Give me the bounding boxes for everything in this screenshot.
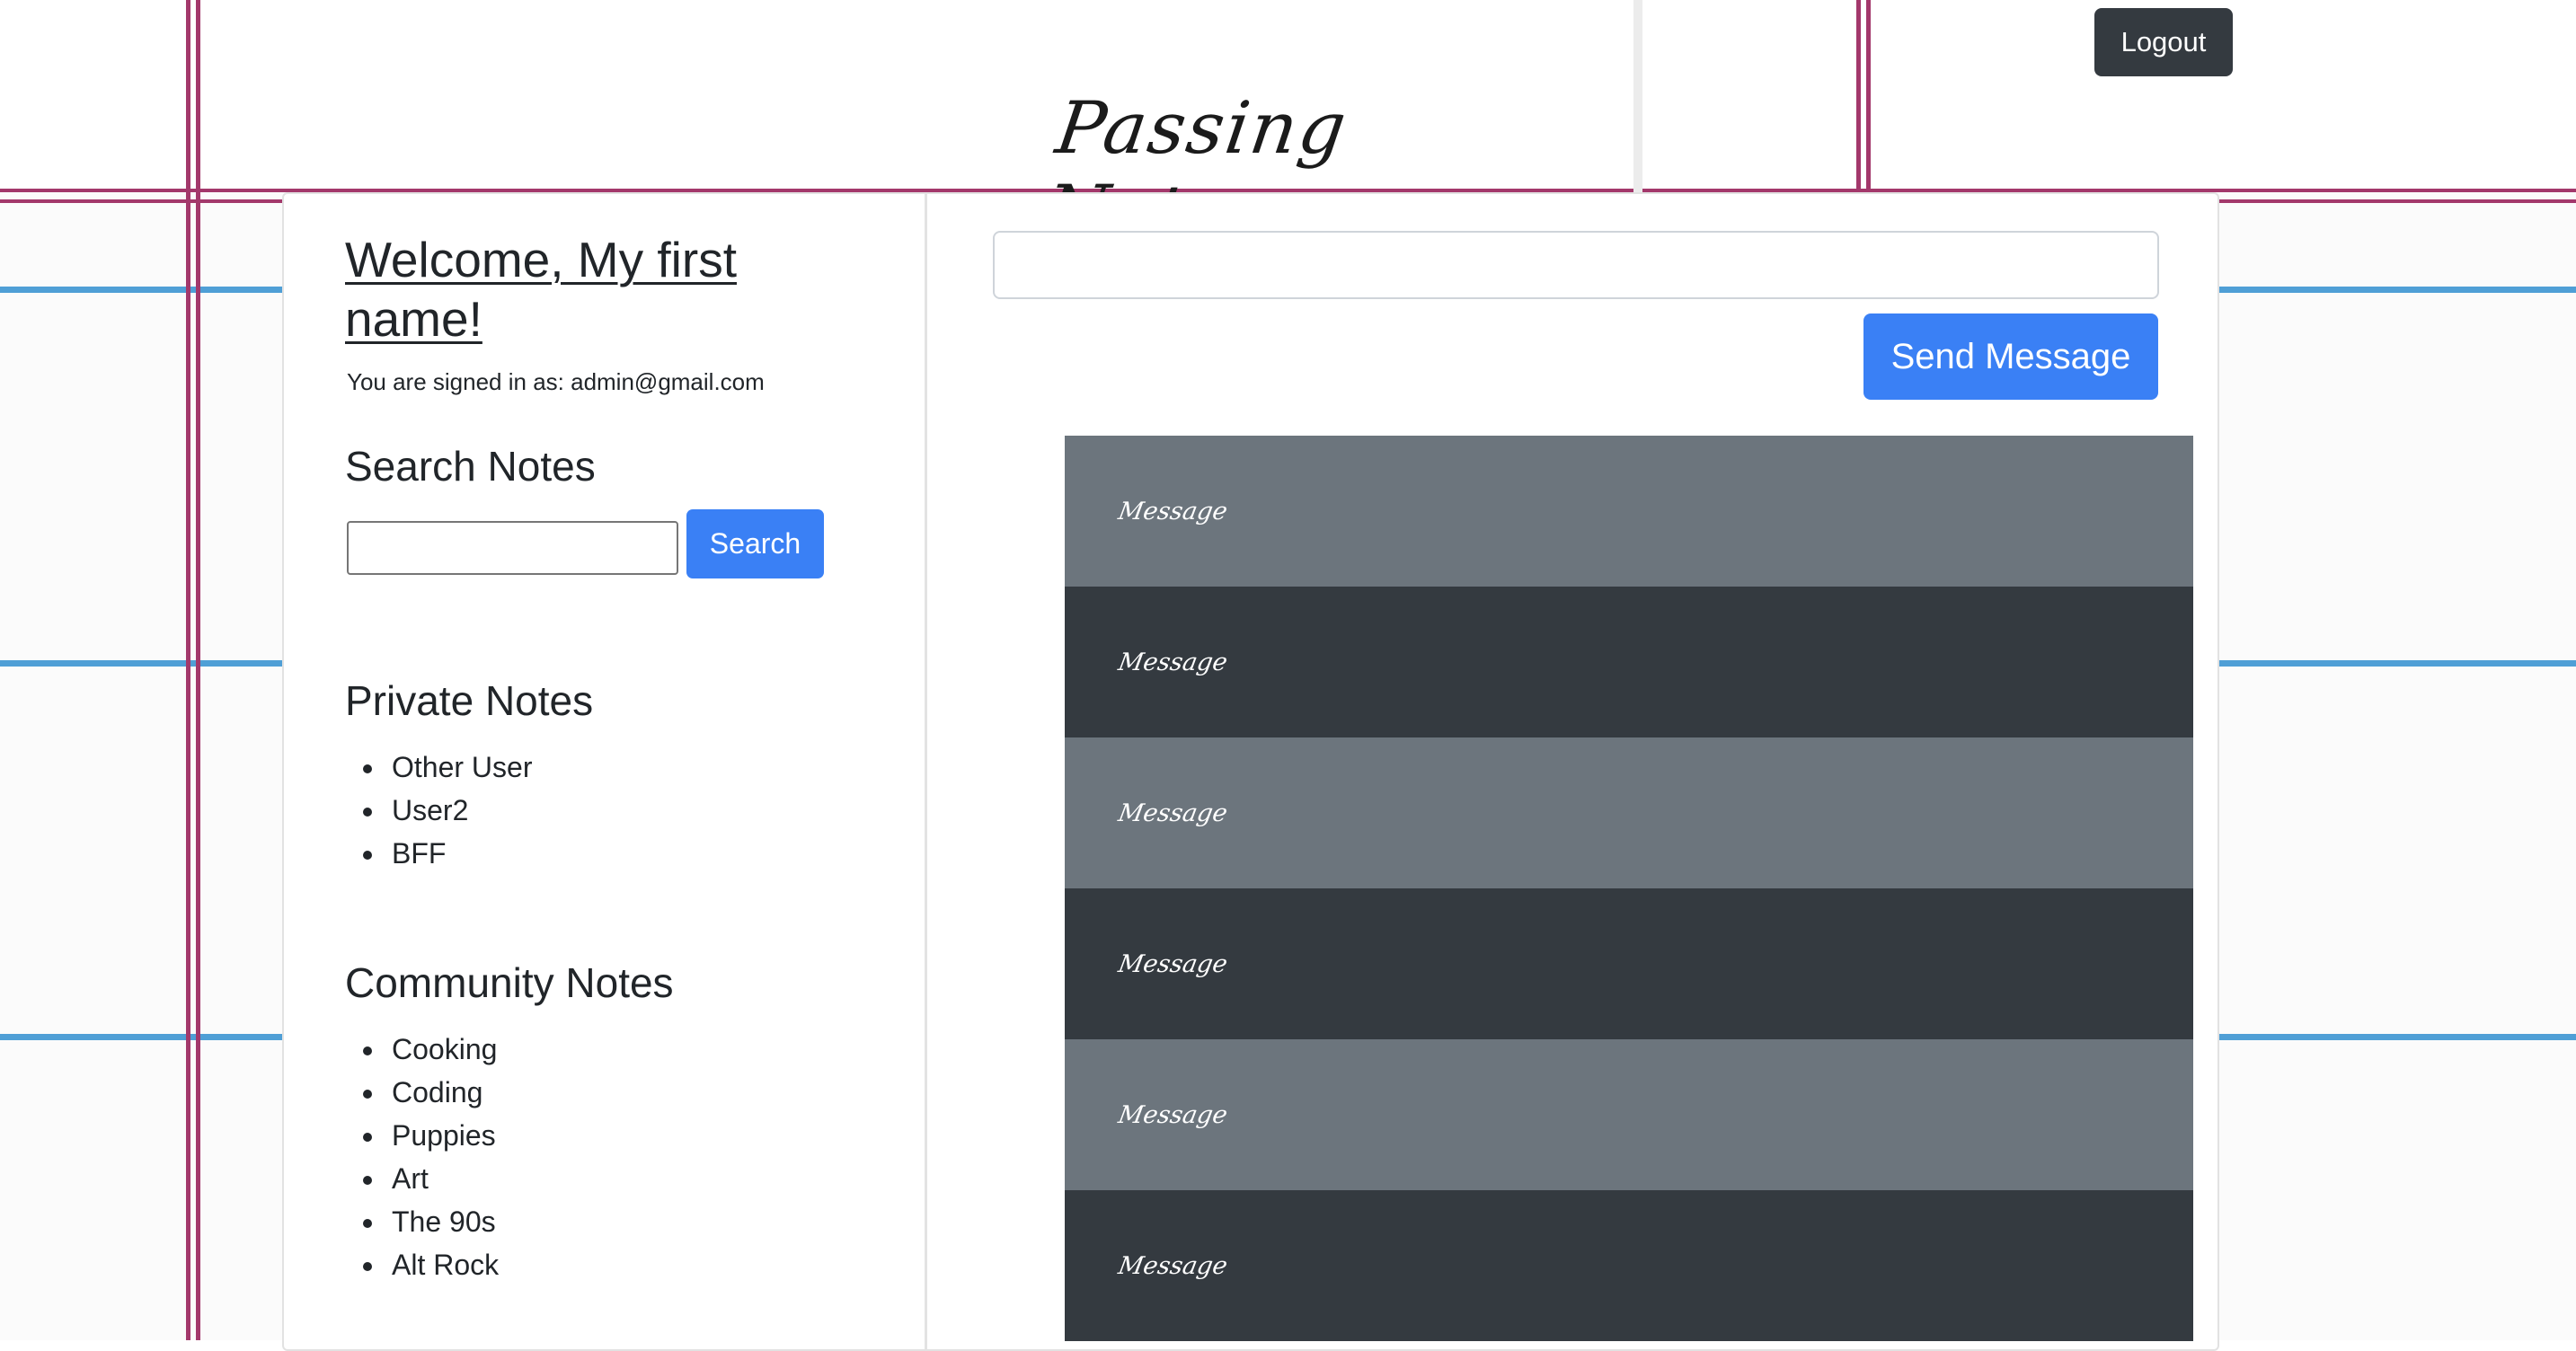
search-button[interactable]: Search xyxy=(686,509,824,578)
message-list: Message Message Message Message Message … xyxy=(1065,436,2193,1341)
community-note-item[interactable]: Cooking xyxy=(386,1028,499,1071)
message-row: Message xyxy=(1065,1039,2193,1190)
message-input[interactable] xyxy=(993,231,2159,299)
message-text: Message xyxy=(1116,799,1230,827)
search-notes-heading: Search Notes xyxy=(345,443,596,490)
private-note-item[interactable]: User2 xyxy=(386,789,532,832)
message-row: Message xyxy=(1065,737,2193,888)
paper-fold-shadow xyxy=(1633,0,1642,193)
signed-in-text: You are signed in as: admin@gmail.com xyxy=(347,368,765,395)
main-card: Welcome, My first name! You are signed i… xyxy=(282,192,2219,1351)
private-notes-heading: Private Notes xyxy=(345,677,594,724)
message-row: Message xyxy=(1065,1190,2193,1341)
message-row: Message xyxy=(1065,436,2193,587)
private-note-item[interactable]: Other User xyxy=(386,746,532,789)
paper-margin-line-left xyxy=(186,0,190,1340)
message-text: Message xyxy=(1116,1251,1230,1280)
community-note-item[interactable]: Alt Rock xyxy=(386,1243,499,1286)
paper-margin-line-right xyxy=(1856,0,1861,190)
message-text: Message xyxy=(1116,648,1230,676)
private-note-item[interactable]: BFF xyxy=(386,832,532,875)
message-text: Message xyxy=(1116,497,1230,525)
search-input[interactable] xyxy=(347,521,678,575)
logout-button[interactable]: Logout xyxy=(2094,8,2233,76)
message-text: Message xyxy=(1116,949,1230,978)
community-note-item[interactable]: Coding xyxy=(386,1071,499,1114)
community-notes-heading: Community Notes xyxy=(345,959,674,1006)
sidebar: Welcome, My first name! You are signed i… xyxy=(284,194,927,1349)
community-notes-list: Cooking Coding Puppies Art The 90s Alt R… xyxy=(347,1028,499,1286)
paper-margin-line-right-2 xyxy=(1866,0,1871,190)
community-note-item[interactable]: The 90s xyxy=(386,1200,499,1243)
welcome-heading[interactable]: Welcome, My first name! xyxy=(345,230,884,349)
message-row: Message xyxy=(1065,888,2193,1039)
message-row: Message xyxy=(1065,587,2193,737)
paper-margin-line-left-2 xyxy=(196,0,200,1340)
community-note-item[interactable]: Puppies xyxy=(386,1114,499,1157)
message-text: Message xyxy=(1116,1100,1230,1129)
community-note-item[interactable]: Art xyxy=(386,1157,499,1200)
private-notes-list: Other User User2 BFF xyxy=(347,746,532,875)
send-message-button[interactable]: Send Message xyxy=(1863,313,2158,400)
